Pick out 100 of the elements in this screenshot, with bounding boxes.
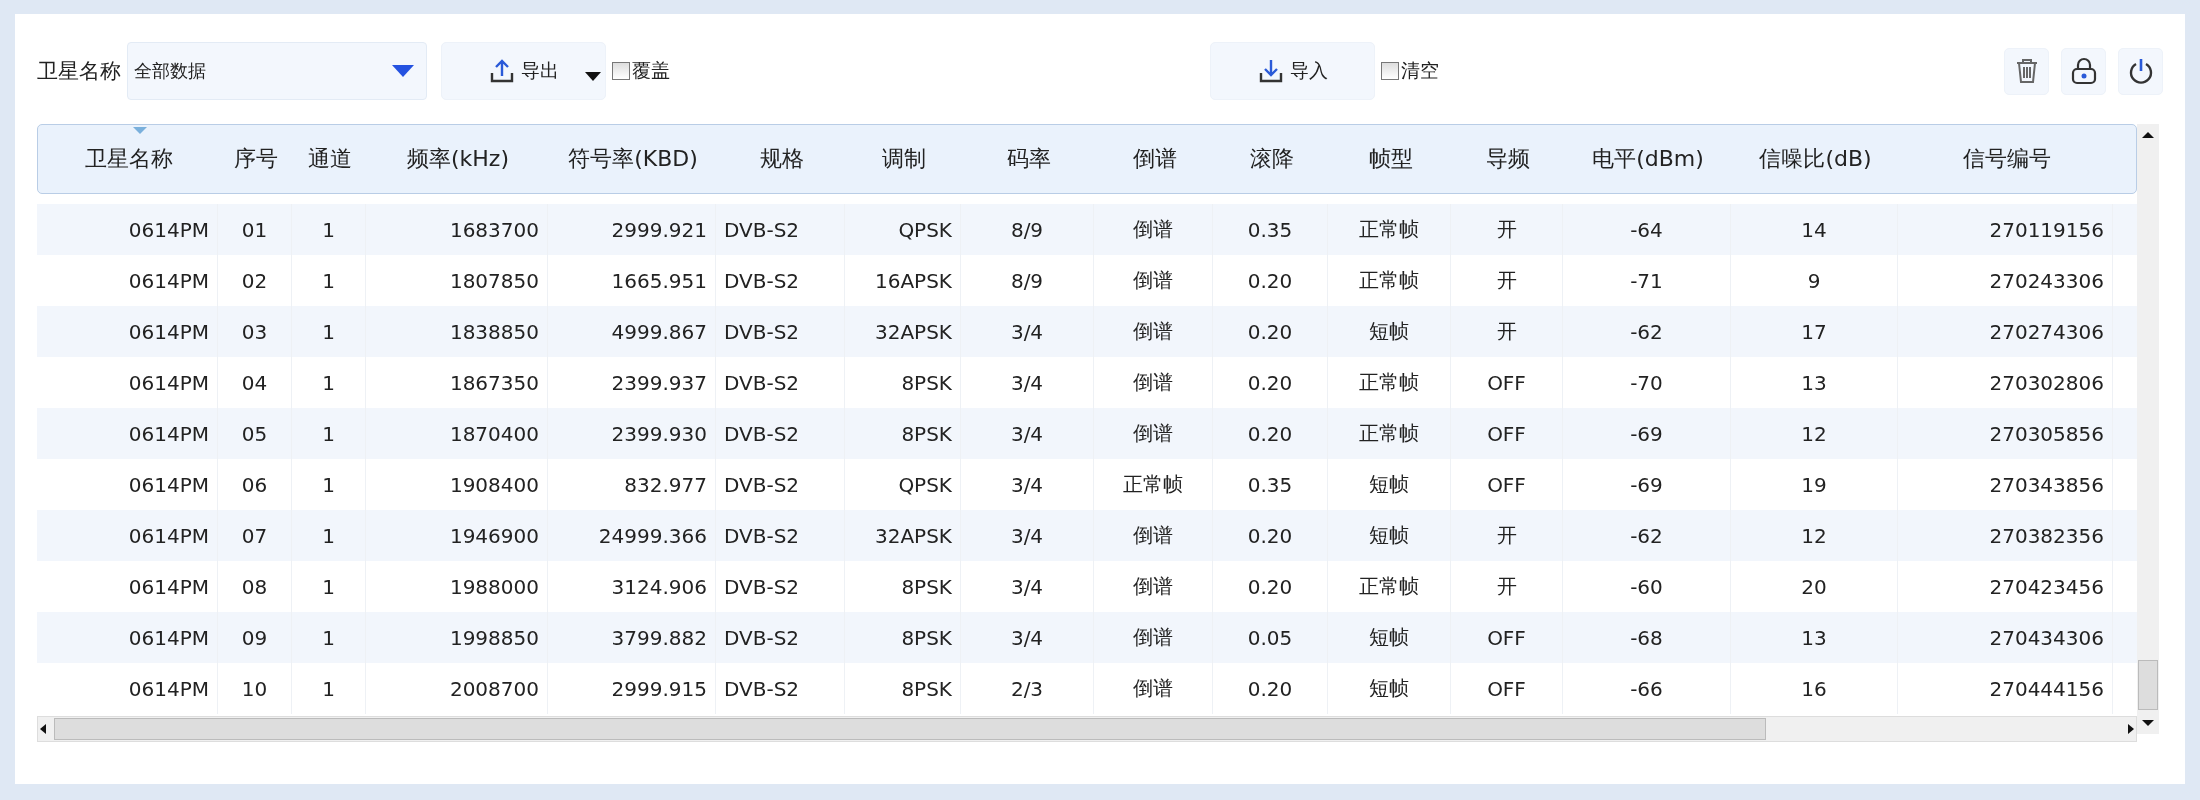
table-cell: 短帧: [1328, 612, 1451, 663]
table-cell: 1683700: [366, 204, 548, 255]
table-cell: 倒谱: [1094, 663, 1213, 714]
table-cell: 2999.915: [548, 663, 716, 714]
table-cell: 270444156: [1898, 663, 2113, 714]
table-cell: -62: [1563, 306, 1731, 357]
scrollbar-thumb[interactable]: [2138, 660, 2158, 710]
power-icon: [2127, 57, 2154, 85]
table-cell: OFF: [1451, 612, 1563, 663]
table-cell: 13: [1731, 612, 1898, 663]
lock-button[interactable]: [2061, 47, 2106, 95]
column-header[interactable]: 符号率(KBD): [549, 144, 717, 174]
table-cell: 0614PM: [37, 663, 218, 714]
table-cell: 3799.882: [548, 612, 716, 663]
table-cell: 8PSK: [845, 612, 961, 663]
table-cell: -66: [1563, 663, 1731, 714]
table-cell: 1: [292, 408, 366, 459]
table-cell: 16: [1731, 663, 1898, 714]
column-header[interactable]: 频率(kHz): [367, 144, 549, 174]
table-cell: 270434306: [1898, 612, 2113, 663]
table-cell: DVB-S2: [716, 204, 845, 255]
table-cell: 8PSK: [845, 663, 961, 714]
table-cell: DVB-S2: [716, 408, 845, 459]
power-button[interactable]: [2118, 47, 2163, 95]
column-header[interactable]: 电平(dBm): [1564, 144, 1732, 174]
table-cell: 24999.366: [548, 510, 716, 561]
table-cell: 17: [1731, 306, 1898, 357]
table-cell: 09: [218, 612, 292, 663]
table-cell: 正常帧: [1328, 204, 1451, 255]
table-cell: 0.20: [1213, 663, 1328, 714]
table-cell: 2/3: [961, 663, 1094, 714]
delete-button[interactable]: [2004, 47, 2049, 95]
table-cell: 倒谱: [1094, 306, 1213, 357]
dropdown-caret-icon: [392, 65, 414, 77]
column-header[interactable]: 倒谱: [1095, 144, 1214, 174]
table-cell: 0.05: [1213, 612, 1328, 663]
table-cell: 270119156: [1898, 204, 2113, 255]
table-cell: 270274306: [1898, 306, 2113, 357]
import-button[interactable]: 导入: [1210, 42, 1375, 100]
checkbox[interactable]: [1381, 62, 1399, 80]
table-cell: 0614PM: [37, 510, 218, 561]
caret-icon: [585, 72, 601, 81]
table-cell: 开: [1451, 510, 1563, 561]
checkbox-label: 清空: [1401, 58, 1439, 83]
table-cell: OFF: [1451, 408, 1563, 459]
table-cell: 32APSK: [845, 510, 961, 561]
table-cell: 2399.930: [548, 408, 716, 459]
column-header[interactable]: 信号编号: [1899, 144, 2114, 174]
table-cell: 07: [218, 510, 292, 561]
column-header[interactable]: 卫星名称: [38, 144, 219, 174]
table-cell: 0.35: [1213, 204, 1328, 255]
column-header[interactable]: 通道: [293, 144, 367, 174]
table-cell: 1946900: [366, 510, 548, 561]
table-cell: -62: [1563, 510, 1731, 561]
table-cell: -64: [1563, 204, 1731, 255]
table-cell: 12: [1731, 510, 1898, 561]
table-cell: 短帧: [1328, 663, 1451, 714]
table-cell: 正常帧: [1328, 408, 1451, 459]
column-header[interactable]: 序号: [219, 144, 293, 174]
checkbox[interactable]: [612, 62, 630, 80]
table-cell: 0614PM: [37, 306, 218, 357]
table-cell: 01: [218, 204, 292, 255]
table-cell: 开: [1451, 306, 1563, 357]
table-cell: 0614PM: [37, 408, 218, 459]
field-label: 卫星名称: [37, 58, 121, 85]
table-cell: 1: [292, 663, 366, 714]
table-cell: 1870400: [366, 408, 548, 459]
column-header[interactable]: 码率: [962, 144, 1095, 174]
satellite-select[interactable]: 全部数据: [127, 42, 427, 100]
table-cell: -69: [1563, 408, 1731, 459]
table-cell: 32APSK: [845, 306, 961, 357]
table-cell: 270305856: [1898, 408, 2113, 459]
table-cell: 8/9: [961, 204, 1094, 255]
vertical-scrollbar[interactable]: [2137, 124, 2159, 734]
table-cell: 1: [292, 204, 366, 255]
export-button[interactable]: 导出: [441, 42, 606, 100]
column-header[interactable]: 滚降: [1214, 144, 1329, 174]
column-header[interactable]: 调制: [846, 144, 962, 174]
table-cell: 0.20: [1213, 306, 1328, 357]
scroll-left-icon: [38, 723, 48, 735]
scroll-down-icon: [2141, 718, 2155, 728]
table-cell: 12: [1731, 408, 1898, 459]
table-cell: DVB-S2: [716, 510, 845, 561]
scrollbar-thumb[interactable]: [54, 718, 1766, 740]
table-cell: 0614PM: [37, 204, 218, 255]
checkbox-label: 覆盖: [632, 58, 670, 83]
horizontal-scrollbar[interactable]: [37, 716, 2137, 742]
table-cell: 270382356: [1898, 510, 2113, 561]
lock-icon: [2070, 57, 2097, 85]
column-header[interactable]: 规格: [717, 144, 846, 174]
table-cell: 0.20: [1213, 408, 1328, 459]
column-header[interactable]: 导频: [1452, 144, 1564, 174]
table-cell: 3/4: [961, 510, 1094, 561]
table-cell: DVB-S2: [716, 663, 845, 714]
scroll-up-icon: [2141, 130, 2155, 140]
column-header[interactable]: 信噪比(dB): [1732, 144, 1899, 174]
table-cell: 05: [218, 408, 292, 459]
table-cell: -68: [1563, 612, 1731, 663]
column-header[interactable]: 帧型: [1329, 144, 1452, 174]
table-cell: 1: [292, 612, 366, 663]
